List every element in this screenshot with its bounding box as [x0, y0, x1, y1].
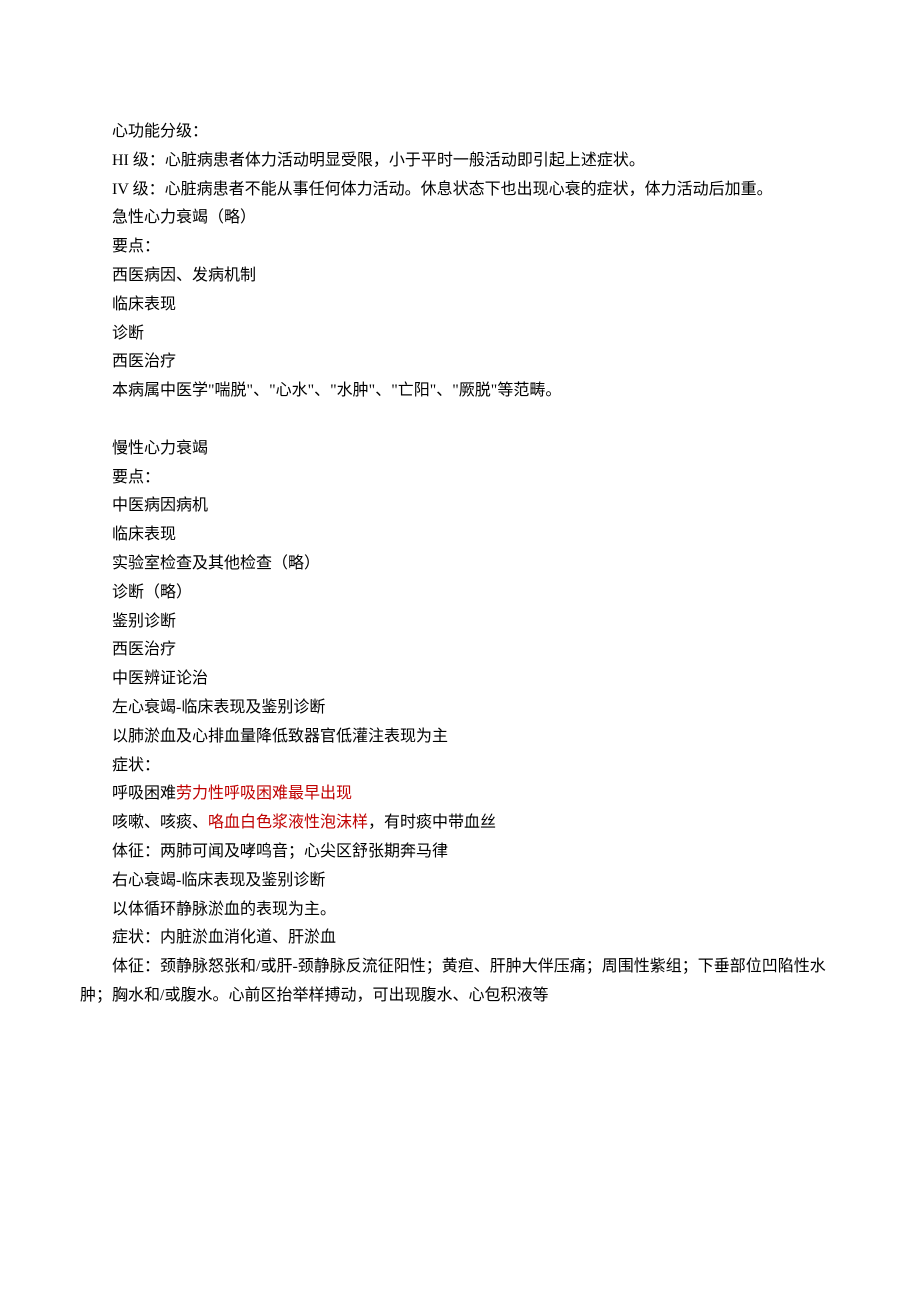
text-western-treatment-2: 西医治疗 — [80, 636, 840, 665]
text-dyspnea-prefix: 呼吸困难 — [112, 785, 176, 802]
text-western-treatment-1: 西医治疗 — [80, 348, 840, 377]
text-right-hf-signs: 体征：颈静脉怒张和/或肝-颈静脉反流征阳性；黄疸、肝肿大伴压痛；周围性紫组；下垂… — [80, 953, 840, 1011]
text-right-hf-symptoms: 症状：内脏淤血消化道、肝淤血 — [80, 924, 840, 953]
text-dyspnea-highlight: 劳力性呼吸困难最早出现 — [176, 785, 352, 802]
text-differential-diagnosis: 鉴别诊断 — [80, 608, 840, 637]
heading-cardiac-function-classification: 心功能分级： — [80, 118, 840, 147]
text-cough-line: 咳嗽、咳痰、咯血白色浆液性泡沫样，有时痰中带血丝 — [80, 809, 840, 838]
heading-right-heart-failure: 右心衰竭-临床表现及鉴别诊断 — [80, 867, 840, 896]
heading-key-points-2: 要点： — [80, 464, 840, 493]
text-class-iv: IV 级：心脏病患者不能从事任何体力活动。休息状态下也出现心衰的症状，体力活动后… — [80, 176, 840, 205]
text-cough-highlight: 咯血白色浆液性泡沫样 — [208, 814, 368, 831]
blank-line — [80, 406, 840, 435]
text-left-hf-main: 以肺淤血及心排血量降低致器官低灌注表现为主 — [80, 723, 840, 752]
text-lab-exam: 实验室检查及其他检查（略） — [80, 550, 840, 579]
text-clinical-manifestation-1: 临床表现 — [80, 291, 840, 320]
text-diagnosis-2: 诊断（略） — [80, 579, 840, 608]
text-tcm-categories: 本病属中医学"喘脱"、"心水"、"水肿"、"亡阳"、"厥脱"等范畴。 — [80, 377, 840, 406]
text-western-etiology: 西医病因、发病机制 — [80, 262, 840, 291]
text-dyspnea-line: 呼吸困难劳力性呼吸困难最早出现 — [80, 780, 840, 809]
document-page: 心功能分级： HI 级：心脏病患者体力活动明显受限，小于平时一般活动即引起上述症… — [0, 0, 920, 1301]
text-tcm-treatment: 中医辨证论治 — [80, 665, 840, 694]
text-clinical-manifestation-2: 临床表现 — [80, 521, 840, 550]
text-tcm-etiology: 中医病因病机 — [80, 492, 840, 521]
heading-key-points-1: 要点： — [80, 233, 840, 262]
text-cough-suffix: ，有时痰中带血丝 — [368, 814, 496, 831]
text-diagnosis-1: 诊断 — [80, 320, 840, 349]
text-right-hf-main: 以体循环静脉淤血的表现为主。 — [80, 896, 840, 925]
text-signs-left: 体征：两肺可闻及哮鸣音；心尖区舒张期奔马律 — [80, 838, 840, 867]
text-cough-prefix: 咳嗽、咳痰、 — [112, 814, 208, 831]
text-acute-heart-failure: 急性心力衰竭（略） — [80, 204, 840, 233]
heading-left-heart-failure: 左心衰竭-临床表现及鉴别诊断 — [80, 694, 840, 723]
text-class-iii: HI 级：心脏病患者体力活动明显受限，小于平时一般活动即引起上述症状。 — [80, 147, 840, 176]
heading-symptoms: 症状： — [80, 752, 840, 781]
heading-chronic-heart-failure: 慢性心力衰竭 — [80, 435, 840, 464]
